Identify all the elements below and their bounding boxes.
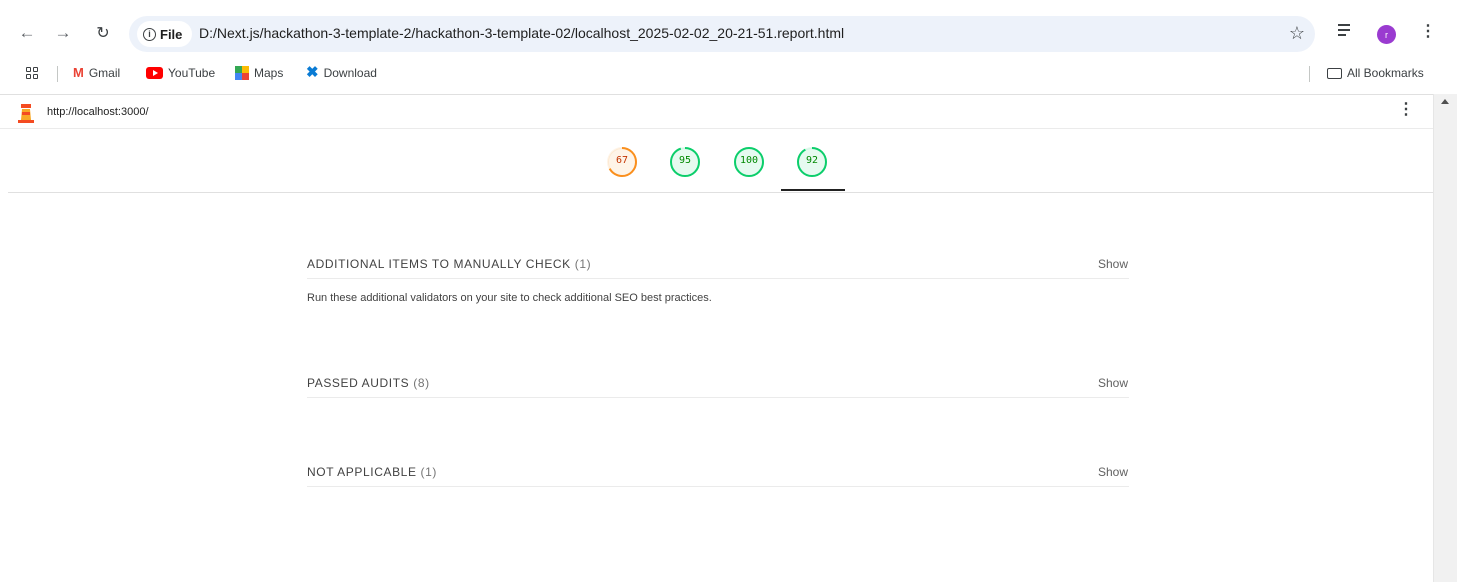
bookmarks-bar: M Gmail YouTube Maps ✖ Download All Book… — [0, 62, 1457, 86]
bookmarks-divider — [57, 66, 58, 82]
score-gauge-best-practices[interactable]: 100 — [733, 146, 765, 178]
bookmark-youtube[interactable]: YouTube — [146, 66, 215, 80]
scroll-up-arrow-icon[interactable] — [1441, 99, 1449, 104]
back-arrow-icon[interactable]: ← — [14, 20, 40, 46]
gauge-score: 92 — [805, 155, 819, 166]
bookmark-gmail[interactable]: M Gmail — [73, 65, 121, 81]
bookmarks-divider-right — [1309, 66, 1310, 82]
browser-toolbar: ← → ↻ i File D:/Next.js/hackathon-3-temp… — [0, 0, 1457, 62]
gauge-score: 67 — [615, 155, 629, 166]
show-toggle[interactable]: Show — [1098, 465, 1128, 479]
bookmark-star-icon[interactable]: ☆ — [1289, 23, 1305, 44]
avatar-initial: r — [1385, 29, 1388, 40]
score-gauges: 67 95 100 92 — [8, 129, 1433, 193]
show-toggle[interactable]: Show — [1098, 376, 1128, 390]
report-menu-icon[interactable]: ⋮ — [1398, 102, 1414, 118]
score-gauge-performance[interactable]: 67 — [606, 146, 638, 178]
audit-group-count: (1) — [420, 465, 437, 479]
media-controls-icon[interactable] — [1338, 24, 1354, 38]
audit-group-header[interactable]: NOT APPLICABLE (1) Show — [307, 459, 1129, 487]
report-topbar: http://localhost:3000/ ⋮ — [0, 95, 1433, 129]
audit-group-title: NOT APPLICABLE (1) — [307, 465, 437, 479]
gauge-score: 95 — [678, 155, 692, 166]
all-bookmarks-button[interactable]: All Bookmarks — [1327, 66, 1424, 80]
maps-icon — [235, 66, 249, 80]
bookmark-download[interactable]: ✖ Download — [306, 64, 377, 81]
gauge-score: 100 — [739, 155, 759, 166]
bookmark-label: Gmail — [88, 66, 121, 80]
audit-group-count: (1) — [574, 257, 592, 271]
site-info-chip[interactable]: i File — [137, 21, 193, 47]
audit-group-manual: ADDITIONAL ITEMS TO MANUALLY CHECK (1) S… — [307, 251, 1129, 304]
audit-group-title: PASSED AUDITS (8) — [307, 376, 430, 390]
audit-group-header[interactable]: PASSED AUDITS (8) Show — [307, 370, 1129, 398]
report-url[interactable]: http://localhost:3000/ — [47, 106, 149, 118]
audit-group-passed: PASSED AUDITS (8) Show — [307, 370, 1129, 398]
audit-group-not-applicable: NOT APPLICABLE (1) Show — [307, 459, 1129, 487]
profile-avatar[interactable]: r — [1377, 25, 1396, 44]
bookmark-maps[interactable]: Maps — [235, 66, 283, 80]
lighthouse-logo-icon — [18, 104, 34, 123]
site-info-label: File — [160, 26, 183, 42]
address-text[interactable]: D:/Next.js/hackathon-3-template-2/hackat… — [199, 25, 844, 41]
apps-grid-icon[interactable] — [26, 67, 38, 79]
reload-icon[interactable]: ↻ — [90, 20, 116, 46]
bookmark-label: Maps — [254, 66, 284, 80]
vscode-icon: ✖ — [306, 64, 319, 81]
forward-arrow-icon[interactable]: → — [50, 20, 76, 46]
audit-group-title-text: PASSED AUDITS — [307, 376, 410, 390]
audit-group-count: (8) — [413, 376, 430, 390]
all-bookmarks-label: All Bookmarks — [1347, 66, 1424, 80]
score-gauge-accessibility[interactable]: 95 — [669, 146, 701, 178]
page-scrollbar[interactable] — [1433, 94, 1457, 582]
folder-icon — [1327, 67, 1342, 79]
audit-group-title-text: ADDITIONAL ITEMS TO MANUALLY CHECK — [307, 257, 571, 271]
youtube-icon — [146, 67, 163, 79]
bookmark-label: Download — [323, 66, 377, 80]
address-bar[interactable]: i File D:/Next.js/hackathon-3-template-2… — [129, 16, 1315, 52]
gmail-icon: M — [73, 65, 84, 80]
show-toggle[interactable]: Show — [1098, 257, 1128, 271]
browser-menu-icon[interactable]: ⋮ — [1420, 24, 1436, 40]
audit-group-title-text: NOT APPLICABLE — [307, 465, 417, 479]
audit-group-title: ADDITIONAL ITEMS TO MANUALLY CHECK (1) — [307, 257, 591, 271]
score-gauge-seo[interactable]: 92 — [796, 146, 828, 178]
bookmark-label: YouTube — [168, 66, 216, 80]
info-icon: i — [143, 27, 156, 41]
report-page: http://localhost:3000/ ⋮ 67 95 100 92 AD… — [0, 94, 1433, 582]
audit-group-header[interactable]: ADDITIONAL ITEMS TO MANUALLY CHECK (1) S… — [307, 251, 1129, 279]
active-gauge-indicator — [781, 189, 845, 191]
audit-group-description: Run these additional validators on your … — [307, 292, 712, 304]
